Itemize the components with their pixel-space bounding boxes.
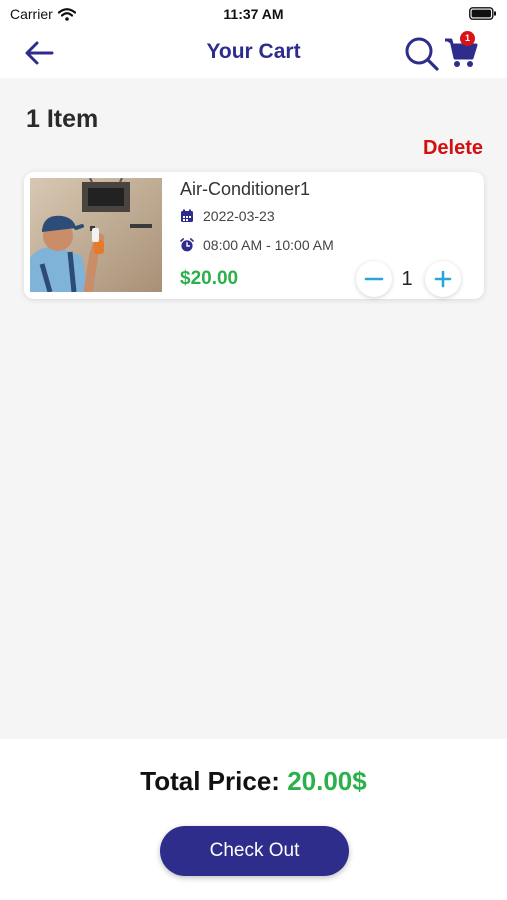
date-label: 2022-03-23: [203, 208, 275, 224]
total-amount: 20.00$: [287, 766, 367, 796]
cart-count-badge: 1: [460, 31, 475, 46]
clock: 11:37 AM: [223, 6, 284, 22]
status-bar: Carrier 11:37 AM: [0, 0, 507, 28]
cart-item-card: Air-Conditioner1 2022-03-23 08:00 AM - 1…: [24, 172, 484, 299]
technician-photo: [30, 178, 162, 292]
service-time: 08:00 AM - 10:00 AM: [180, 237, 334, 253]
battery-icon: [469, 7, 496, 20]
decrease-quantity-button[interactable]: [356, 261, 392, 297]
nav-bar: Your Cart 1: [0, 28, 507, 78]
item-price: $20.00: [180, 268, 239, 289]
checkout-button[interactable]: Check Out: [160, 826, 349, 876]
item-count-heading: 1 Item: [26, 105, 99, 133]
alarm-clock-icon: [180, 238, 194, 252]
checkout-footer: Total Price: 20.00$ Check Out: [0, 739, 507, 900]
product-image: [30, 178, 162, 292]
service-date: 2022-03-23: [180, 208, 275, 224]
total-price: Total Price: 20.00$: [0, 766, 507, 797]
plus-icon: [434, 270, 452, 288]
increase-quantity-button[interactable]: [425, 261, 461, 297]
minus-icon: [364, 277, 384, 281]
product-name: Air-Conditioner1: [180, 179, 311, 199]
search-icon[interactable]: [404, 36, 440, 72]
delete-button[interactable]: Delete: [423, 137, 483, 160]
total-label: Total Price:: [140, 766, 280, 796]
calendar-icon: [181, 209, 193, 222]
quantity-value: 1: [401, 268, 413, 290]
time-slot-label: 08:00 AM - 10:00 AM: [203, 237, 334, 253]
